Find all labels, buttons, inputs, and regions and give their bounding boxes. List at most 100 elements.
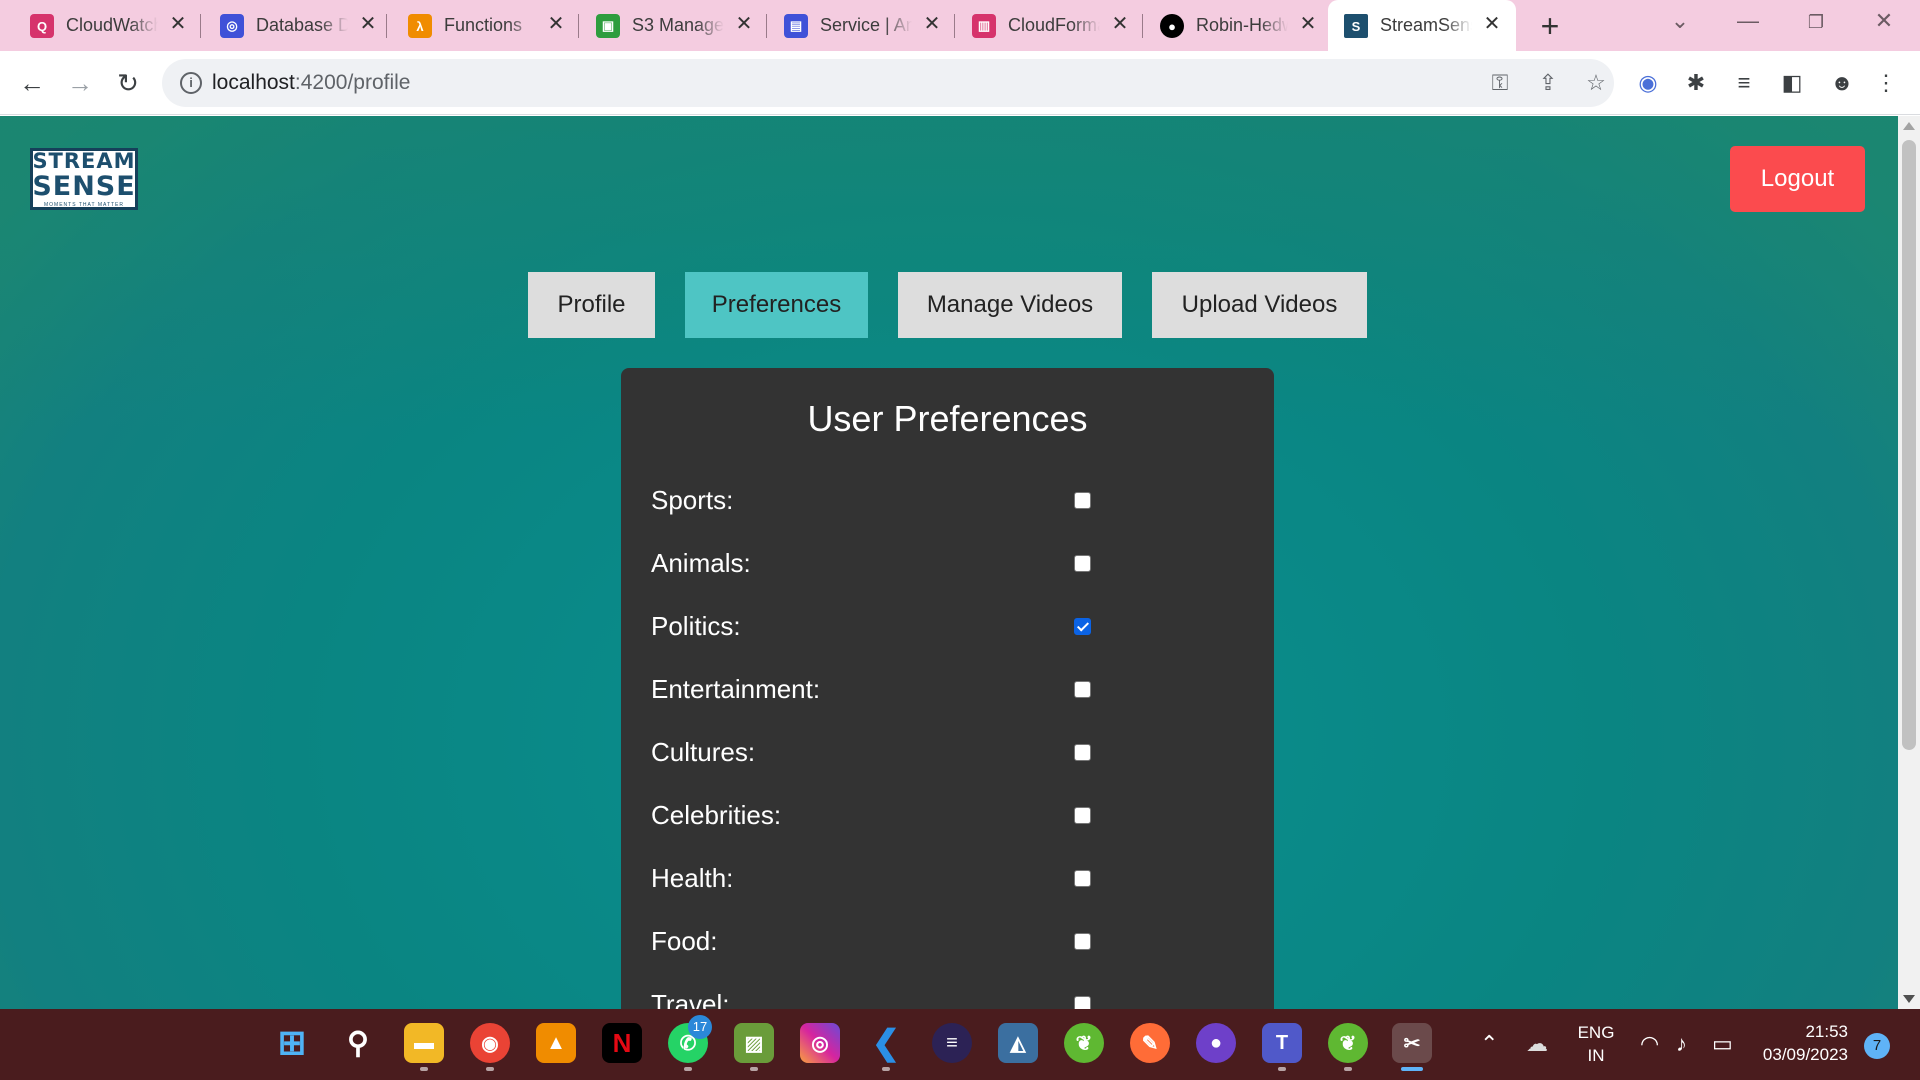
key-icon[interactable]: ⚿ bbox=[1486, 69, 1514, 97]
preference-row-travel: Travel: bbox=[651, 985, 1211, 1009]
window-close-icon[interactable]: ✕ bbox=[1864, 8, 1904, 34]
forward-icon[interactable]: → bbox=[62, 65, 98, 101]
preference-label: Politics: bbox=[651, 611, 741, 641]
file-explorer-icon[interactable]: ▬ bbox=[404, 1023, 444, 1063]
spring-tools-icon-2[interactable]: ❦ bbox=[1328, 1023, 1368, 1063]
chevron-up-icon[interactable]: ⌃ bbox=[1480, 1031, 1498, 1057]
wifi-icon[interactable]: ◠ bbox=[1640, 1031, 1659, 1057]
tab-manage-videos[interactable]: Manage Videos bbox=[898, 272, 1122, 338]
language-line2[interactable]: IN bbox=[1570, 1046, 1622, 1066]
browser-tab-github[interactable]: ● Robin-Hedwig ✕ bbox=[1130, 0, 1320, 51]
tab-upload-videos[interactable]: Upload Videos bbox=[1152, 272, 1367, 338]
preference-label: Animals: bbox=[651, 548, 751, 578]
teams-icon[interactable]: T bbox=[1262, 1023, 1302, 1063]
tab-preferences[interactable]: Preferences bbox=[685, 272, 868, 338]
eclipse-icon[interactable]: ≡ bbox=[932, 1023, 972, 1063]
extension-icon[interactable]: ◉ bbox=[1632, 67, 1664, 99]
mysql-workbench-icon[interactable]: ◭ bbox=[998, 1023, 1038, 1063]
battery-icon[interactable]: ▭ bbox=[1712, 1031, 1733, 1057]
browser-tab-streamsense[interactable]: S StreamSense ✕ bbox=[1328, 0, 1516, 51]
vscode-icon[interactable]: ❮ bbox=[866, 1023, 906, 1063]
close-icon[interactable]: ✕ bbox=[166, 12, 190, 36]
preference-label: Food: bbox=[651, 926, 718, 956]
clock-date[interactable]: 03/09/2023 bbox=[1752, 1045, 1848, 1065]
close-icon[interactable]: ✕ bbox=[1296, 12, 1320, 36]
browser-tab-database[interactable]: ◎ Database Dashboard ✕ bbox=[190, 0, 387, 51]
food-checkbox[interactable] bbox=[1074, 933, 1091, 950]
side-panel-icon[interactable]: ◧ bbox=[1776, 67, 1808, 99]
github-desktop-icon[interactable]: ● bbox=[1196, 1023, 1236, 1063]
browser-tab-s3[interactable]: ▣ S3 Management Console ✕ bbox=[566, 0, 767, 51]
tab-profile[interactable]: Profile bbox=[528, 272, 655, 338]
close-icon[interactable]: ✕ bbox=[1108, 12, 1132, 36]
scrollbar-thumb[interactable] bbox=[1902, 140, 1916, 750]
media-control-icon[interactable]: ≡ bbox=[1728, 67, 1760, 99]
spring-tools-icon[interactable]: ❦ bbox=[1064, 1023, 1104, 1063]
site-info-icon[interactable]: i bbox=[180, 72, 202, 94]
entertainment-checkbox[interactable] bbox=[1074, 681, 1091, 698]
notification-badge[interactable]: 7 bbox=[1864, 1033, 1890, 1059]
windows-start-icon[interactable]: ⊞ bbox=[272, 1023, 312, 1063]
sports-checkbox[interactable] bbox=[1074, 492, 1091, 509]
profile-avatar[interactable]: ☻ bbox=[1826, 67, 1858, 99]
close-icon[interactable]: ✕ bbox=[732, 12, 756, 36]
logout-button[interactable]: Logout bbox=[1730, 146, 1865, 212]
scroll-down-icon[interactable] bbox=[1903, 995, 1915, 1003]
menu-kebab-icon[interactable]: ⋮ bbox=[1870, 67, 1902, 99]
clock-time[interactable]: 21:53 bbox=[1752, 1022, 1848, 1042]
close-icon[interactable]: ✕ bbox=[544, 12, 568, 36]
tab-title: Database Dashboard bbox=[256, 15, 348, 35]
travel-checkbox[interactable] bbox=[1074, 996, 1091, 1009]
close-icon[interactable]: ✕ bbox=[1480, 12, 1504, 36]
chrome-icon[interactable]: ◉ bbox=[470, 1023, 510, 1063]
extensions-puzzle-icon[interactable]: ✱ bbox=[1680, 67, 1712, 99]
url-text[interactable]: localhost:4200/profile bbox=[212, 71, 410, 95]
onedrive-icon[interactable]: ☁ bbox=[1526, 1031, 1548, 1057]
cloudwatch-icon: Q bbox=[30, 14, 54, 38]
preference-row-health: Health: bbox=[651, 859, 1211, 899]
celebrities-checkbox[interactable] bbox=[1074, 807, 1091, 824]
database-icon: ◎ bbox=[220, 14, 244, 38]
browser-tab-cloudformation[interactable]: ▥ CloudFormation ✕ bbox=[942, 0, 1143, 51]
snipping-tool-icon[interactable]: ✂ bbox=[1392, 1023, 1432, 1063]
volume-icon[interactable]: ♪ bbox=[1676, 1031, 1687, 1057]
tab-title: Robin-Hedwig bbox=[1196, 15, 1288, 35]
animals-checkbox[interactable] bbox=[1074, 555, 1091, 572]
lambda-icon: λ bbox=[408, 14, 432, 38]
new-tab-button[interactable]: + bbox=[1535, 8, 1565, 45]
preference-row-food: Food: bbox=[651, 922, 1211, 962]
browser-tab-cloudwatch[interactable]: Q CloudWatch ✕ bbox=[0, 0, 201, 51]
share-icon[interactable]: ⇪ bbox=[1534, 69, 1562, 97]
running-indicator bbox=[882, 1067, 890, 1071]
restore-icon[interactable]: ❐ bbox=[1796, 12, 1836, 33]
health-checkbox[interactable] bbox=[1074, 870, 1091, 887]
logo-line1: STREAM bbox=[32, 148, 136, 173]
politics-checkbox[interactable] bbox=[1074, 618, 1091, 635]
page-viewport: STREAM SENSE MOMENTS THAT MATTER Logout … bbox=[0, 116, 1898, 1009]
scroll-up-icon[interactable] bbox=[1903, 122, 1915, 130]
browser-tab-functions[interactable]: λ Functions ✕ bbox=[378, 0, 579, 51]
page-scrollbar[interactable] bbox=[1898, 116, 1920, 1009]
close-icon[interactable]: ✕ bbox=[920, 12, 944, 36]
running-indicator bbox=[420, 1067, 428, 1071]
url-path: :4200/profile bbox=[294, 71, 411, 94]
photos-icon[interactable]: ▨ bbox=[734, 1023, 774, 1063]
bookmark-star-icon[interactable]: ☆ bbox=[1582, 69, 1610, 97]
minimize-icon[interactable]: — bbox=[1728, 8, 1768, 34]
netflix-icon[interactable]: N bbox=[602, 1023, 642, 1063]
cultures-checkbox[interactable] bbox=[1074, 744, 1091, 761]
close-icon[interactable]: ✕ bbox=[356, 12, 380, 36]
app-icon-orange[interactable]: ▲ bbox=[536, 1023, 576, 1063]
search-icon[interactable]: ⚲ bbox=[338, 1023, 378, 1063]
tab-search-icon[interactable]: ⌄ bbox=[1660, 8, 1700, 34]
instagram-icon[interactable]: ◎ bbox=[800, 1023, 840, 1063]
streamsense-logo[interactable]: STREAM SENSE MOMENTS THAT MATTER bbox=[30, 148, 138, 210]
browser-tab-service[interactable]: ▤ Service | Amazon ✕ bbox=[754, 0, 955, 51]
postman-icon[interactable]: ✎ bbox=[1130, 1023, 1170, 1063]
preference-row-politics: Politics: bbox=[651, 607, 1211, 647]
language-line1[interactable]: ENG bbox=[1570, 1023, 1622, 1043]
running-indicator bbox=[1344, 1067, 1352, 1071]
back-icon[interactable]: ← bbox=[14, 65, 50, 101]
reload-icon[interactable]: ↻ bbox=[110, 65, 146, 101]
address-bar[interactable]: i localhost:4200/profile ⚿ ⇪ ☆ bbox=[162, 59, 1614, 107]
